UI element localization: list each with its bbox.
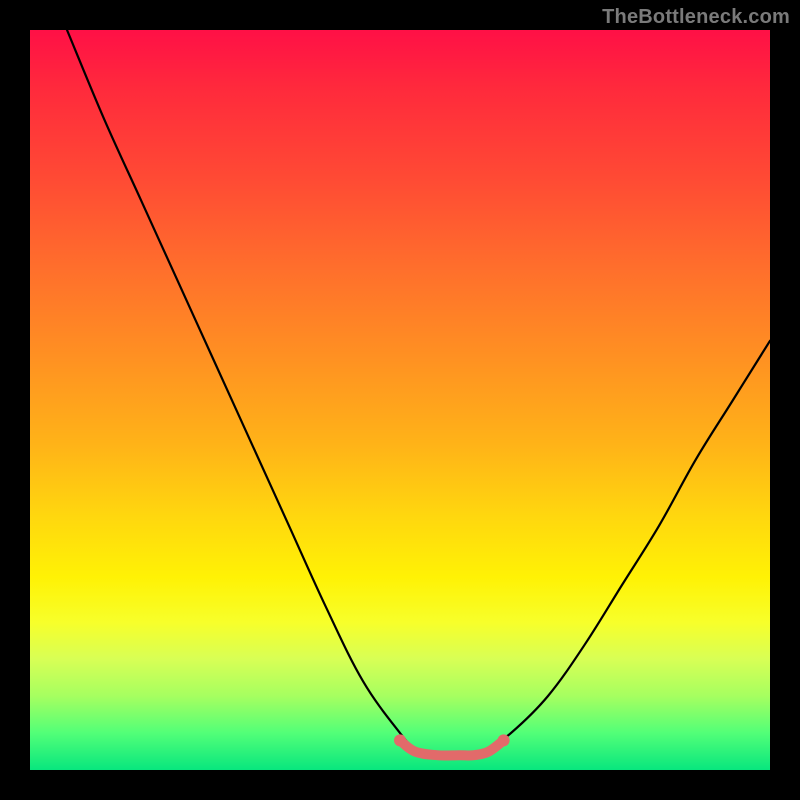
watermark-text: TheBottleneck.com [602,6,790,29]
plot-area [30,30,770,770]
curve-svg [30,30,770,770]
highlight-end-dot [394,734,406,746]
highlight-end-dot [498,734,510,746]
chart-frame: TheBottleneck.com [0,0,800,800]
flat-highlight [400,740,504,755]
bottleneck-curve [67,30,770,756]
